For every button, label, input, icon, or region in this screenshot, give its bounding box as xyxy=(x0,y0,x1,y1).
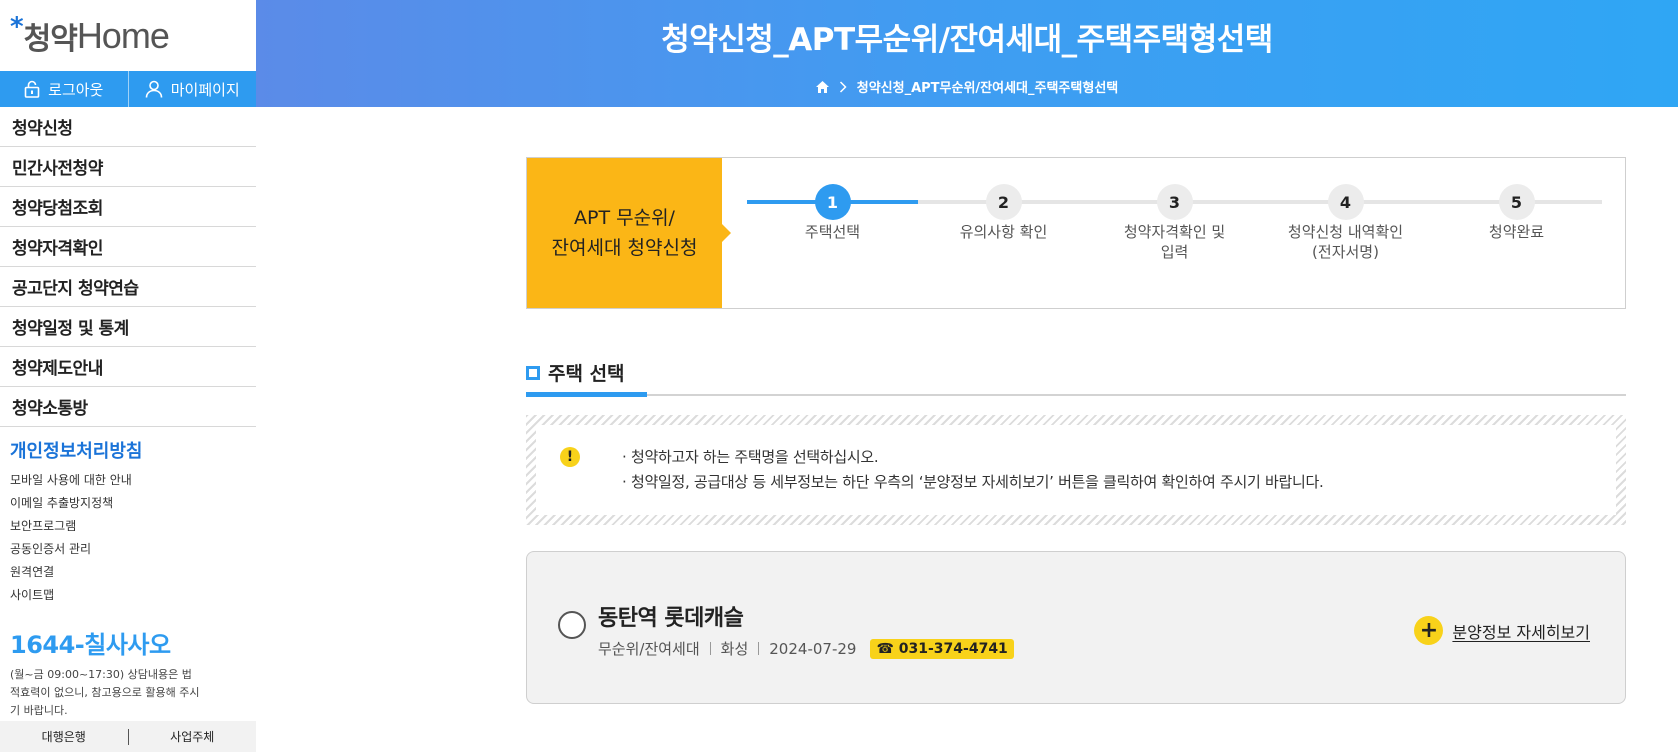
footer-link-email-policy[interactable]: 이메일 추출방지정책 xyxy=(10,492,246,515)
exclamation-icon: ! xyxy=(560,447,580,467)
bottom-tabs: 대행은행 사업주체 xyxy=(0,721,256,752)
breadcrumb-current: 청약신청_APT무순위/잔여세대_주택주택형선택 xyxy=(856,81,1119,96)
step-title-line1: APT 무순위/ xyxy=(574,207,675,229)
meta-divider xyxy=(709,642,711,655)
nav-item-schedule-stats[interactable]: 청약일정 및 통계 xyxy=(0,307,256,347)
notice-inner: ! 청약하고자 하는 주택명을 선택하십시오. 청약일정, 공급대상 등 세부정… xyxy=(536,425,1616,515)
logout-button[interactable]: 로그아웃 xyxy=(0,71,128,107)
nav-item-practice[interactable]: 공고단지 청약연습 xyxy=(0,267,256,307)
privacy-policy-link[interactable]: 개인정보처리방침 xyxy=(0,427,256,463)
footer-link-security-program[interactable]: 보안프로그램 xyxy=(10,515,246,538)
step-2: 2 유의사항 확인 xyxy=(918,184,1089,242)
notice-item: 청약일정, 공급대상 등 세부정보는 하단 우측의 ‘분양정보 자세히보기’ 버… xyxy=(622,470,1324,495)
plus-icon: + xyxy=(1414,616,1444,645)
footer-link-mobile-guide[interactable]: 모바일 사용에 대한 안내 xyxy=(10,469,246,492)
step-number: 3 xyxy=(1156,184,1193,220)
step-label: 청약신청 내역확인 xyxy=(1287,223,1404,241)
step-4: 4 청약신청 내역확인 (전자서명) xyxy=(1260,184,1431,262)
step-number: 5 xyxy=(1498,184,1535,220)
user-icon xyxy=(145,80,163,98)
step-number: 2 xyxy=(985,184,1022,220)
sidebar: * 청약 Home 로그아웃 마이페이지 청약신청 민간사전청약 청약당첨조회 … xyxy=(0,0,256,752)
notice-box: ! 청약하고자 하는 주택명을 선택하십시오. 청약일정, 공급대상 등 세부정… xyxy=(526,415,1626,525)
step-progress-title: APT 무순위/ 잔여세대 청약신청 xyxy=(527,158,731,308)
site-logo[interactable]: * 청약 Home xyxy=(0,0,256,71)
step-label: 청약완료 xyxy=(1488,223,1545,241)
step-label: 유의사항 확인 xyxy=(959,223,1048,241)
house-region: 화성 xyxy=(720,640,749,658)
house-date: 2024-07-29 xyxy=(769,639,857,658)
square-bullet-icon xyxy=(526,365,540,380)
detail-info-label: 분양정보 자세히보기 xyxy=(1452,622,1590,642)
step-1: 1 주택선택 xyxy=(747,184,918,242)
step-title-line2: 잔여세대 청약신청 xyxy=(551,237,698,259)
nav-item-community[interactable]: 청약소통방 xyxy=(0,387,256,427)
step-progress: APT 무순위/ 잔여세대 청약신청 1 주택선택 2 유의사항 확인 3 청약… xyxy=(526,157,1626,309)
step-label-line2: (전자서명) xyxy=(1312,243,1379,261)
house-phone-badge: ☎ 031-374-4741 xyxy=(870,638,1014,659)
nav-item-apply[interactable]: 청약신청 xyxy=(0,107,256,147)
page-header: 청약신청_APT무순위/잔여세대_주택주택형선택 청약신청_APT무순위/잔여세… xyxy=(256,0,1678,107)
house-select-radio[interactable] xyxy=(558,611,586,639)
house-name: 동탄역 롯데캐슬 xyxy=(598,606,744,631)
step-3: 3 청약자격확인 및 입력 xyxy=(1089,184,1260,262)
logout-label: 로그아웃 xyxy=(48,80,104,99)
footer-link-certificate[interactable]: 공동인증서 관리 xyxy=(10,538,246,561)
step-number: 4 xyxy=(1327,184,1364,220)
nav-item-winner-lookup[interactable]: 청약당첨조회 xyxy=(0,187,256,227)
user-bar: 로그아웃 마이페이지 xyxy=(0,71,256,107)
section-divider xyxy=(526,392,1626,397)
nav-item-eligibility[interactable]: 청약자격확인 xyxy=(0,227,256,267)
unlock-icon xyxy=(24,80,40,98)
logo-star-icon: * xyxy=(10,11,24,42)
footer-link-remote[interactable]: 원격연결 xyxy=(10,561,246,584)
step-5: 5 청약완료 xyxy=(1431,184,1602,242)
step-list: 1 주택선택 2 유의사항 확인 3 청약자격확인 및 입력 4 청약신청 내역… xyxy=(747,158,1602,308)
detail-info-button[interactable]: + 분양정보 자세히보기 xyxy=(1414,616,1590,645)
step-label: 청약자격확인 및 xyxy=(1123,223,1226,241)
house-card[interactable]: 동탄역 롯데캐슬 무순위/잔여세대 화성 2024-07-29 ☎ 031-37… xyxy=(526,551,1626,704)
breadcrumb: 청약신청_APT무순위/잔여세대_주택주택형선택 xyxy=(256,77,1678,96)
mypage-button[interactable]: 마이페이지 xyxy=(127,71,257,107)
page-title: 청약신청_APT무순위/잔여세대_주택주택형선택 xyxy=(661,22,1273,58)
logo-text-ko: 청약 xyxy=(23,21,78,57)
house-meta: 무순위/잔여세대 화성 2024-07-29 ☎ 031-374-4741 xyxy=(598,638,1014,659)
notice-item: 청약하고자 하는 주택명을 선택하십시오. xyxy=(622,445,1323,470)
step-label-line2: 입력 xyxy=(1160,243,1189,261)
footer-links: 모바일 사용에 대한 안내 이메일 추출방지정책 보안프로그램 공동인증서 관리… xyxy=(0,463,256,607)
call-center-number: 1644-칠사사오 xyxy=(10,631,171,659)
section-title: 주택 선택 xyxy=(526,359,625,386)
notice-list: 청약하고자 하는 주택명을 선택하십시오. 청약일정, 공급대상 등 세부정보는… xyxy=(622,445,1324,495)
step-label: 주택선택 xyxy=(804,223,861,241)
meta-divider xyxy=(758,642,760,655)
tab-agency-bank[interactable]: 대행은행 xyxy=(0,728,128,745)
main-nav: 청약신청 민간사전청약 청약당첨조회 청약자격확인 공고단지 청약연습 청약일정… xyxy=(0,107,256,427)
logo-text-en: Home xyxy=(76,14,170,56)
mypage-label: 마이페이지 xyxy=(170,80,240,99)
footer-link-sitemap[interactable]: 사이트맵 xyxy=(10,584,246,607)
nav-item-system-guide[interactable]: 청약제도안내 xyxy=(0,347,256,387)
step-number: 1 xyxy=(814,184,851,220)
section-title-text: 주택 선택 xyxy=(548,363,625,385)
chevron-right-icon xyxy=(839,80,847,93)
section-divider-accent xyxy=(526,392,647,397)
home-icon[interactable] xyxy=(815,80,829,93)
nav-item-pre-subscription[interactable]: 민간사전청약 xyxy=(0,147,256,187)
tab-business-entity[interactable]: 사업주체 xyxy=(129,728,257,745)
call-center-note: (월~금 09:00~17:30) 상담내용은 법적효력이 없으니, 참고용으로… xyxy=(10,668,200,717)
house-type: 무순위/잔여세대 xyxy=(598,640,700,658)
